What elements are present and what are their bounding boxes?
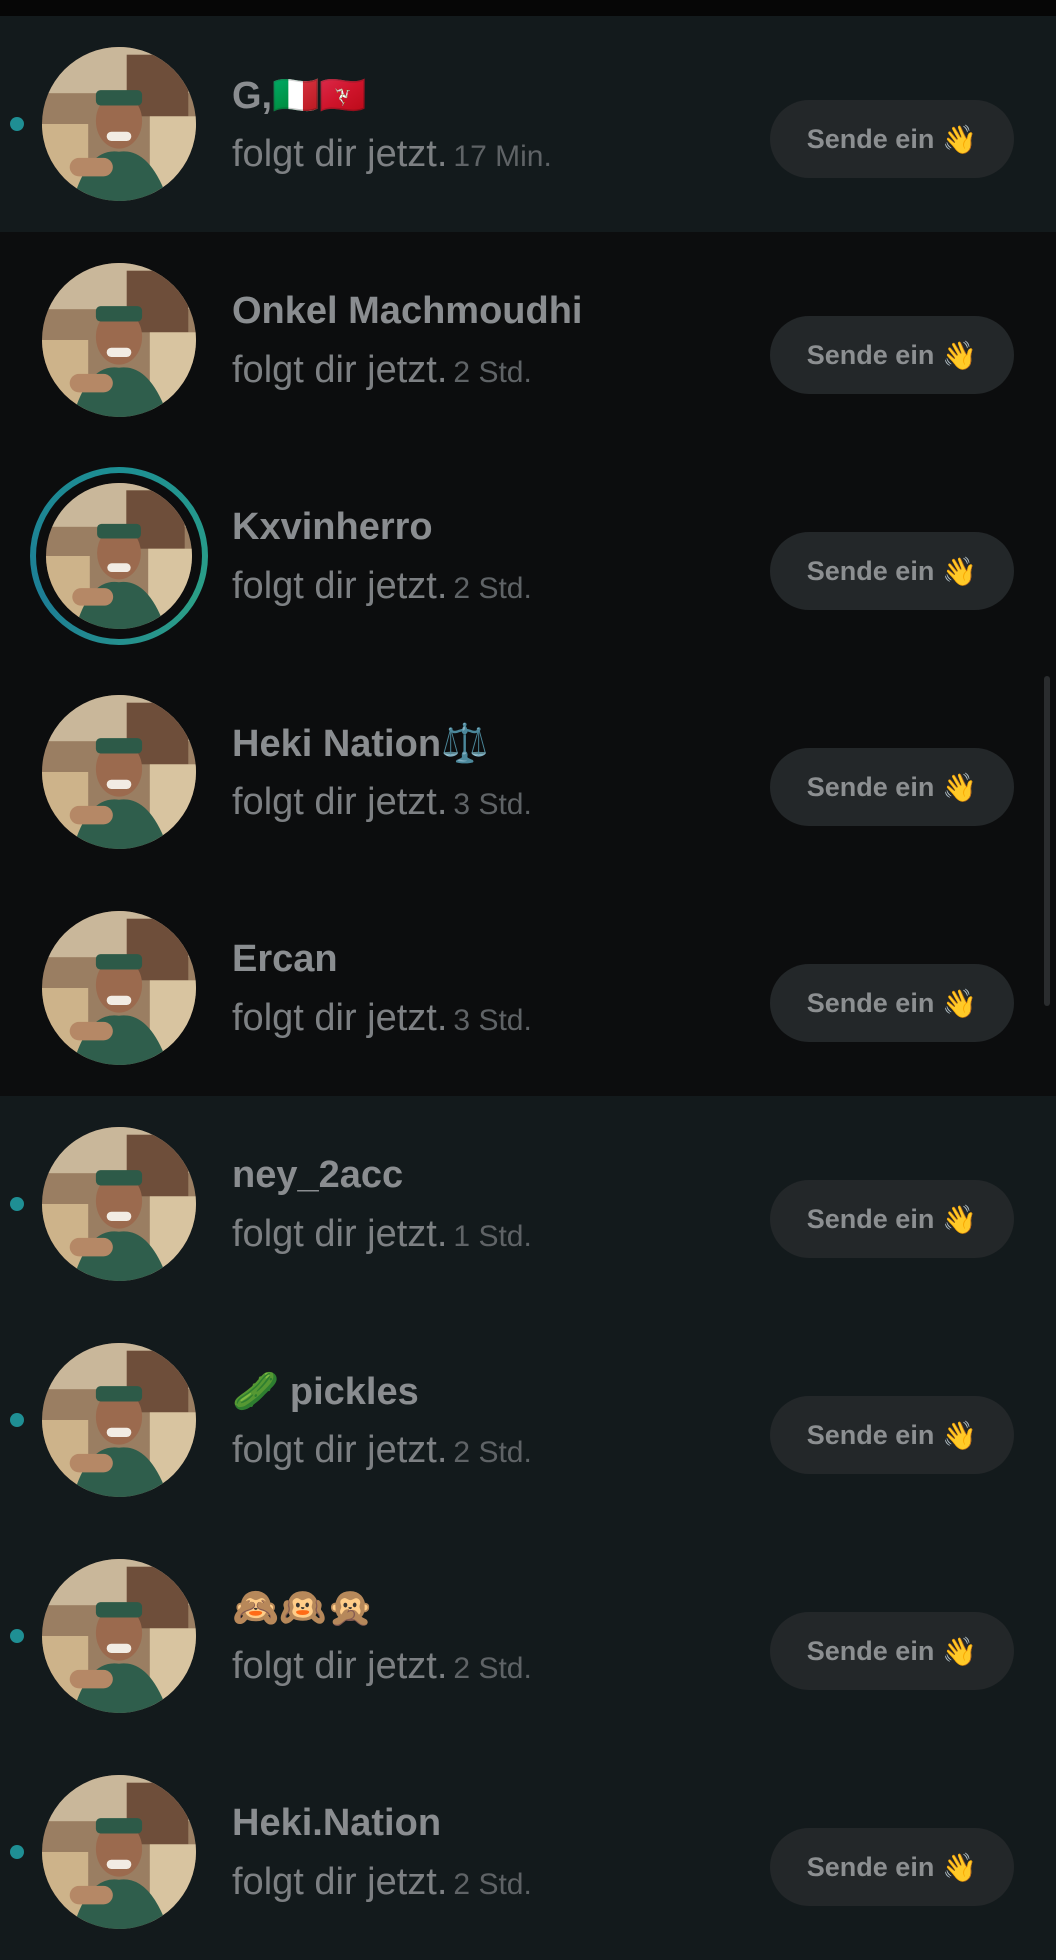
timestamp: 2 Std.: [453, 356, 532, 389]
send-wave-label: Sende ein: [806, 1203, 935, 1234]
timestamp: 17 Min.: [453, 140, 552, 173]
waving-hand-icon: 👋: [942, 1635, 978, 1667]
send-wave-button[interactable]: Sende ein 👋: [770, 1396, 1014, 1474]
status-bar-edge: [0, 0, 1056, 16]
follow-text: folgt dir jetzt.: [232, 1429, 448, 1471]
send-wave-button[interactable]: Sende ein 👋: [770, 1180, 1014, 1258]
send-wave-button[interactable]: Sende ein 👋: [770, 100, 1014, 178]
notification-row[interactable]: 🙈🙉🙊 folgt dir jetzt. 2 Std. Sende ein 👋: [0, 1528, 1056, 1744]
timestamp: 3 Std.: [453, 788, 532, 821]
follow-text: folgt dir jetzt.: [232, 781, 448, 823]
send-wave-label: Sende ein: [806, 555, 935, 586]
follow-text: folgt dir jetzt.: [232, 349, 448, 391]
avatar[interactable]: [42, 695, 196, 849]
avatar[interactable]: [42, 263, 196, 417]
notification-text: folgt dir jetzt. 2 Std.: [232, 565, 532, 608]
timestamp: 2 Std.: [453, 1436, 532, 1469]
unread-dot-icon: [10, 1413, 24, 1427]
send-wave-label: Sende ein: [806, 123, 935, 154]
timestamp: 2 Std.: [453, 572, 532, 605]
send-wave-button[interactable]: Sende ein 👋: [770, 748, 1014, 826]
notification-text: folgt dir jetzt. 17 Min.: [232, 133, 552, 176]
send-wave-button[interactable]: Sende ein 👋: [770, 532, 1014, 610]
notification-row[interactable]: 🥒 pickles folgt dir jetzt. 2 Std. Sende e…: [0, 1312, 1056, 1528]
notification-text: folgt dir jetzt. 1 Std.: [232, 1213, 532, 1256]
send-wave-label: Sende ein: [806, 771, 935, 802]
send-wave-label: Sende ein: [806, 339, 935, 370]
send-wave-button[interactable]: Sende ein 👋: [770, 964, 1014, 1042]
avatar[interactable]: [42, 911, 196, 1065]
username[interactable]: 🙈🙉🙊: [232, 1586, 374, 1630]
send-wave-label: Sende ein: [806, 1851, 935, 1882]
send-wave-button[interactable]: Sende ein 👋: [770, 1828, 1014, 1906]
follow-text: folgt dir jetzt.: [232, 1861, 448, 1903]
unread-dot-icon: [10, 1845, 24, 1859]
waving-hand-icon: 👋: [942, 339, 978, 371]
follow-text: folgt dir jetzt.: [232, 133, 448, 175]
avatar[interactable]: [42, 1127, 196, 1281]
follow-text: folgt dir jetzt.: [232, 1645, 448, 1687]
avatar[interactable]: [42, 1343, 196, 1497]
notification-text: folgt dir jetzt. 2 Std.: [232, 1429, 532, 1472]
unread-dot-icon: [10, 1629, 24, 1643]
follow-text: folgt dir jetzt.: [232, 565, 448, 607]
notification-text: folgt dir jetzt. 3 Std.: [232, 997, 532, 1040]
username[interactable]: Heki Nation⚖️: [232, 722, 488, 766]
follow-text: folgt dir jetzt.: [232, 1213, 448, 1255]
waving-hand-icon: 👋: [942, 771, 978, 803]
scrollbar[interactable]: [1044, 676, 1050, 1006]
timestamp: 2 Std.: [453, 1652, 532, 1685]
avatar[interactable]: [42, 1559, 196, 1713]
username[interactable]: Kxvinherro: [232, 506, 433, 549]
notification-row[interactable]: Heki.Nation folgt dir jetzt. 2 Std. Sende…: [0, 1744, 1056, 1960]
send-wave-label: Sende ein: [806, 1635, 935, 1666]
send-wave-button[interactable]: Sende ein 👋: [770, 316, 1014, 394]
unread-dot-icon: [10, 117, 24, 131]
notification-row[interactable]: ney_2acc folgt dir jetzt. 1 Std. Sende ei…: [0, 1096, 1056, 1312]
waving-hand-icon: 👋: [942, 555, 978, 587]
notification-text: folgt dir jetzt. 2 Std.: [232, 1645, 532, 1688]
waving-hand-icon: 👋: [942, 1851, 978, 1883]
notification-row[interactable]: Kxvinherro folgt dir jetzt. 2 Std. Sende …: [0, 448, 1056, 664]
notification-text: folgt dir jetzt. 2 Std.: [232, 1861, 532, 1904]
username[interactable]: 🥒 pickles: [232, 1370, 419, 1414]
notification-row[interactable]: G,🇮🇹🇮🇲 folgt dir jetzt. 17 Min. Sende ein…: [0, 16, 1056, 232]
username[interactable]: ney_2acc: [232, 1154, 403, 1197]
avatar[interactable]: [46, 483, 192, 629]
timestamp: 1 Std.: [453, 1220, 532, 1253]
send-wave-label: Sende ein: [806, 987, 935, 1018]
username[interactable]: Heki.Nation: [232, 1802, 441, 1845]
notification-row[interactable]: Ercan folgt dir jetzt. 3 Std. Sende ein 👋: [0, 880, 1056, 1096]
username[interactable]: G,🇮🇹🇮🇲: [232, 74, 367, 118]
notification-text: folgt dir jetzt. 3 Std.: [232, 781, 532, 824]
avatar[interactable]: [42, 47, 196, 201]
avatar[interactable]: [42, 1775, 196, 1929]
waving-hand-icon: 👋: [942, 1203, 978, 1235]
timestamp: 3 Std.: [453, 1004, 532, 1037]
notification-row[interactable]: Heki Nation⚖️ folgt dir jetzt. 3 Std. Sen…: [0, 664, 1056, 880]
username[interactable]: Ercan: [232, 938, 338, 981]
waving-hand-icon: 👋: [942, 987, 978, 1019]
username[interactable]: Onkel Machmoudhi: [232, 290, 582, 333]
unread-dot-icon: [10, 1197, 24, 1211]
waving-hand-icon: 👋: [942, 123, 978, 155]
timestamp: 2 Std.: [453, 1868, 532, 1901]
follow-text: folgt dir jetzt.: [232, 997, 448, 1039]
waving-hand-icon: 👋: [942, 1419, 978, 1451]
send-wave-button[interactable]: Sende ein 👋: [770, 1612, 1014, 1690]
notification-row[interactable]: Onkel Machmoudhi folgt dir jetzt. 2 Std. …: [0, 232, 1056, 448]
notification-text: folgt dir jetzt. 2 Std.: [232, 349, 532, 392]
send-wave-label: Sende ein: [806, 1419, 935, 1450]
